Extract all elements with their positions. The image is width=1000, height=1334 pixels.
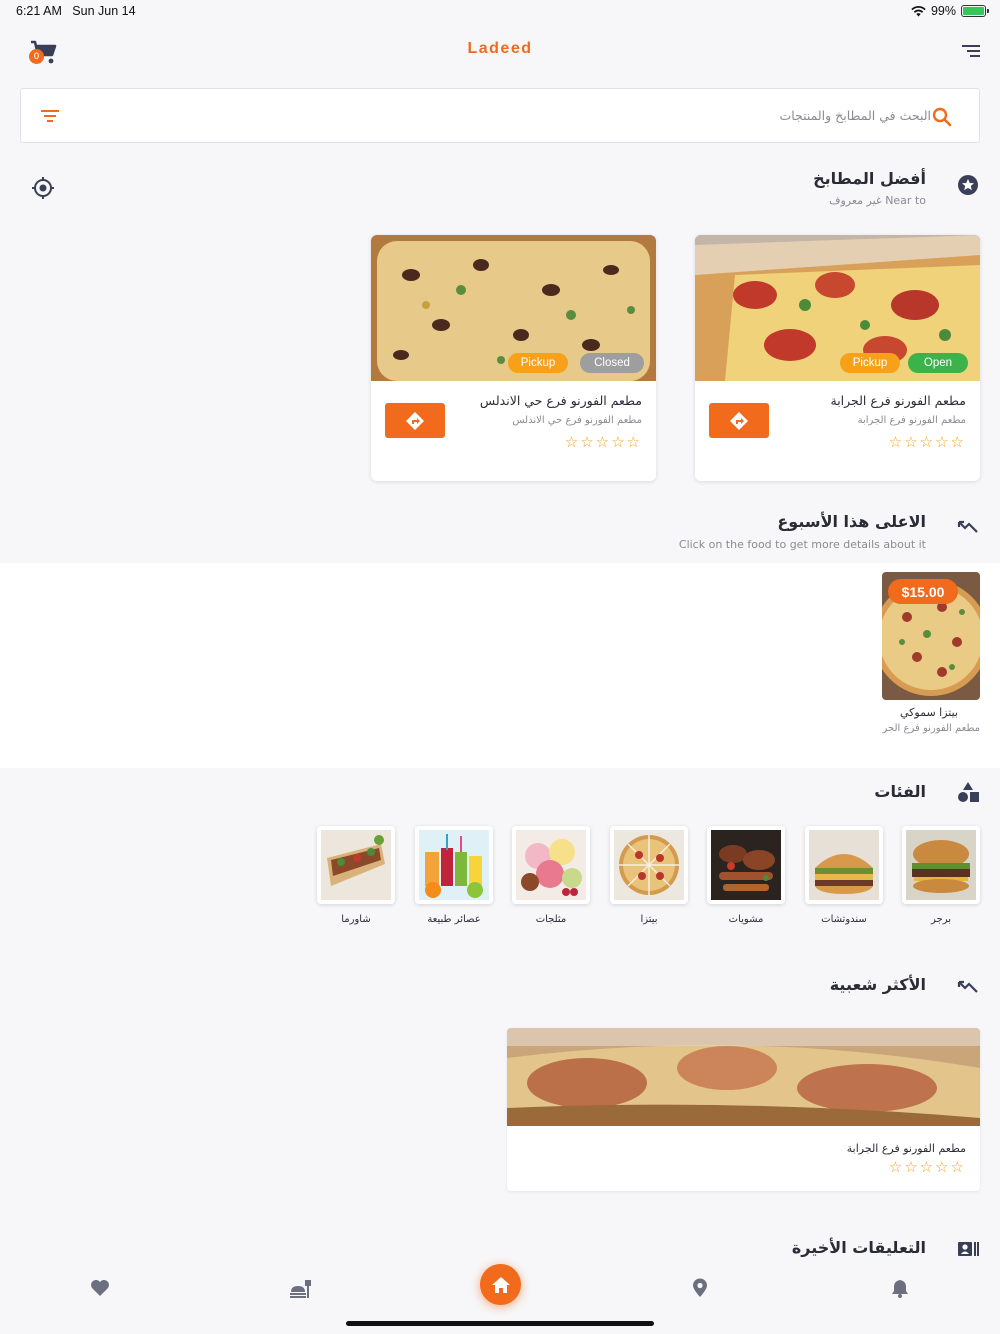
price-badge: $15.00 <box>888 579 958 604</box>
burger-icon <box>902 826 980 904</box>
category-label: مثلجات <box>535 914 567 925</box>
rating-stars: ☆☆☆☆☆ <box>888 1158 966 1176</box>
popular-restaurant-image <box>507 1028 980 1126</box>
pickup-tag: Pickup <box>840 353 900 373</box>
restaurant-card[interactable]: Closed Pickup مطعم الفورنو فرع حي الاندل… <box>371 235 656 481</box>
category-ice-cream[interactable]: مثلجات <box>512 826 590 925</box>
category-grill[interactable]: مشويات <box>707 826 785 925</box>
menu-icon <box>962 45 980 57</box>
ice-cream-icon <box>512 826 590 904</box>
near-to-value: غير معروف <box>829 194 882 207</box>
search-bar[interactable]: البحث في المطابخ والمنتجات <box>20 88 980 143</box>
pizza-icon <box>610 826 688 904</box>
categories-title: الفئات <box>874 782 926 801</box>
search-input[interactable]: البحث في المطابخ والمنتجات <box>779 108 931 123</box>
rating-stars: ☆☆☆☆☆ <box>564 433 642 451</box>
directions-icon <box>406 411 424 430</box>
category-label: مشويات <box>728 914 764 925</box>
closed-status-tag: Closed <box>580 353 644 373</box>
top-week-band <box>0 563 1000 768</box>
rating-stars: ☆☆☆☆☆ <box>888 433 966 451</box>
directions-button[interactable] <box>385 403 445 438</box>
food-item-restaurant: مطعم الفورنو فرع الجرابة <box>882 723 980 734</box>
heart-icon[interactable] <box>89 1277 111 1299</box>
home-icon <box>491 1276 510 1293</box>
directions-button[interactable] <box>709 403 769 438</box>
trending-icon <box>957 980 978 993</box>
location-pin-icon[interactable] <box>689 1277 711 1299</box>
category-label: عصائر طبيعة <box>427 914 481 925</box>
filter-button[interactable] <box>39 107 61 125</box>
category-label: سندوتشات <box>821 914 867 925</box>
locate-icon[interactable] <box>30 175 56 201</box>
restaurant-image: Open Pickup <box>695 235 980 381</box>
status-time-date: 6:21 AM Sun Jun 14 <box>16 4 136 18</box>
food-icon[interactable] <box>289 1277 311 1299</box>
popular-title: الأكثر شعبية <box>829 975 926 994</box>
sandwich-icon <box>805 826 883 904</box>
restaurant-card[interactable]: Open Pickup مطعم الفورنو فرع الجرابة مطع… <box>695 235 980 481</box>
near-to-text: Near to <box>885 194 926 207</box>
category-shawarma[interactable]: شاورما <box>317 826 395 925</box>
battery-percent: 99% <box>930 4 956 18</box>
restaurant-name: مطعم الفورنو فرع الجرابة <box>830 393 967 408</box>
best-kitchens-title: أفضل المطابخ <box>813 169 926 188</box>
category-label: بيتزا <box>640 914 658 925</box>
restaurant-name: مطعم الفورنو فرع حي الاندلس <box>479 393 642 408</box>
shawarma-icon <box>317 826 395 904</box>
wifi-icon <box>911 5 926 17</box>
popular-restaurant-card[interactable]: مطعم الفورنو فرع الجرابة ☆☆☆☆☆ <box>507 1028 980 1191</box>
pickup-tag: Pickup <box>508 353 568 373</box>
status-time: 6:21 AM <box>16 4 62 18</box>
battery-icon <box>961 5 989 17</box>
category-burger[interactable]: برجر <box>902 826 980 925</box>
near-to-label: غير معروف Near to <box>829 194 926 207</box>
status-date: Sun Jun 14 <box>72 4 136 18</box>
top-week-subtitle: Click on the food to get more details ab… <box>678 538 926 551</box>
trending-icon <box>957 520 978 533</box>
recent-comments-title: التعليقات الأخيرة <box>791 1238 926 1257</box>
juice-icon <box>415 826 493 904</box>
home-indicator <box>346 1321 654 1326</box>
restaurant-branch: مطعم الفورنو فرع حي الاندلس <box>512 415 642 426</box>
popular-restaurant-name: مطعم الفورنو فرع الجرابة <box>846 1142 966 1155</box>
home-button[interactable] <box>480 1264 521 1305</box>
category-label: برجر <box>931 914 951 925</box>
grill-icon <box>707 826 785 904</box>
open-status-tag: Open <box>908 353 968 373</box>
bell-icon[interactable] <box>889 1277 911 1299</box>
category-label: شاورما <box>341 914 371 925</box>
restaurant-image: Closed Pickup <box>371 235 656 381</box>
filter-icon <box>41 110 59 122</box>
directions-icon <box>730 411 748 430</box>
food-item-name: بيتزا سموكي <box>900 706 958 719</box>
top-week-title: الاعلى هذا الأسبوع <box>777 512 926 531</box>
categories-icon <box>958 782 979 802</box>
category-juice[interactable]: عصائر طبيعة <box>415 826 493 925</box>
status-indicators: 99% <box>911 4 989 18</box>
star-badge-icon <box>958 175 978 195</box>
menu-button[interactable] <box>960 42 982 60</box>
category-sandwich[interactable]: سندوتشات <box>805 826 883 925</box>
category-pizza[interactable]: بيتزا <box>610 826 688 925</box>
restaurant-branch: مطعم الفورنو فرع الجرابة <box>857 415 966 426</box>
comments-icon <box>958 1242 979 1256</box>
search-icon <box>932 107 952 127</box>
app-title: Ladeed <box>467 40 533 57</box>
